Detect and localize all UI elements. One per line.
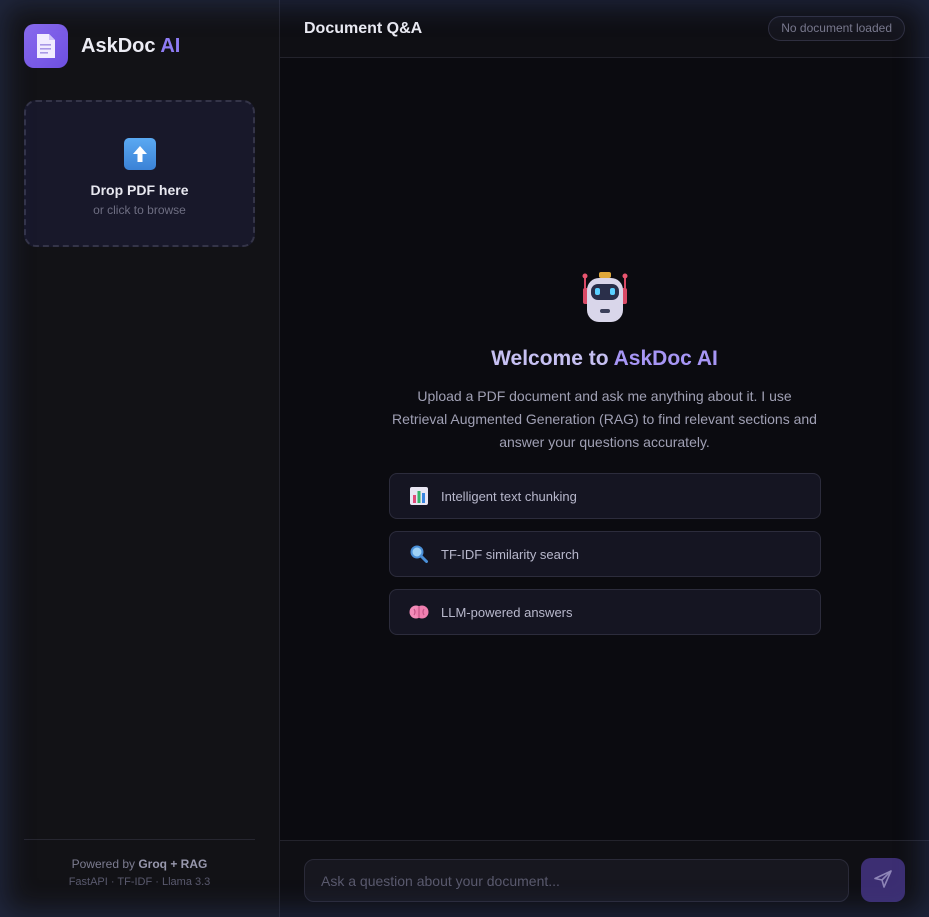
pdf-dropzone[interactable]: Drop PDF here or click to browse — [24, 100, 255, 247]
main-panel: Document Q&A No document loaded Welcome … — [280, 0, 929, 917]
document-icon — [24, 24, 68, 68]
question-input[interactable] — [304, 859, 849, 902]
feature-list: Intelligent text chunking TF-IDF similar… — [389, 473, 821, 647]
brain-icon — [408, 601, 430, 623]
powered-by: Powered by Groq + RAG — [24, 857, 255, 871]
page-title: Document Q&A — [304, 20, 423, 37]
robot-icon — [579, 270, 631, 324]
welcome-description: Upload a PDF document and ask me anythin… — [392, 388, 817, 450]
feature-label: TF-IDF similarity search — [441, 546, 579, 562]
welcome-title-accent: AskDoc AI — [613, 347, 718, 370]
magnifier-icon — [408, 543, 430, 565]
feature-item: Intelligent text chunking — [389, 473, 821, 519]
powered-strong: Groq + RAG — [138, 857, 208, 871]
dropzone-title: Drop PDF here — [90, 182, 189, 198]
send-icon — [873, 869, 893, 892]
input-bar — [280, 840, 929, 917]
header: Document Q&A No document loaded — [280, 0, 929, 58]
dropzone-subtitle: or click to browse — [93, 203, 186, 217]
tech-stack: FastAPI · TF-IDF · Llama 3.3 — [68, 876, 211, 888]
welcome-title-prefix: Welcome to — [491, 347, 609, 370]
feature-label: LLM-powered answers — [441, 604, 573, 620]
powered-prefix: Powered by — [71, 857, 135, 871]
welcome-section: Welcome to AskDoc AI Upload a PDF docume… — [280, 270, 929, 454]
feature-item: TF-IDF similarity search — [389, 531, 821, 577]
brand-title: AskDoc AI — [81, 35, 180, 58]
feature-item: LLM-powered answers — [389, 589, 821, 635]
upload-arrow-icon — [123, 138, 156, 170]
brand: AskDoc AI — [24, 24, 180, 68]
sidebar: AskDoc AI Drop PDF here or click to brow… — [0, 0, 280, 917]
sidebar-footer: Powered by Groq + RAG FastAPI · TF-IDF ·… — [24, 839, 255, 888]
brand-accent: AI — [160, 34, 181, 57]
brand-name: AskDoc — [81, 34, 156, 57]
welcome-title: Welcome to AskDoc AI — [280, 347, 929, 371]
send-button[interactable] — [861, 858, 905, 902]
feature-label: Intelligent text chunking — [441, 488, 577, 504]
bar-chart-icon — [408, 485, 430, 507]
status-badge: No document loaded — [768, 16, 905, 41]
